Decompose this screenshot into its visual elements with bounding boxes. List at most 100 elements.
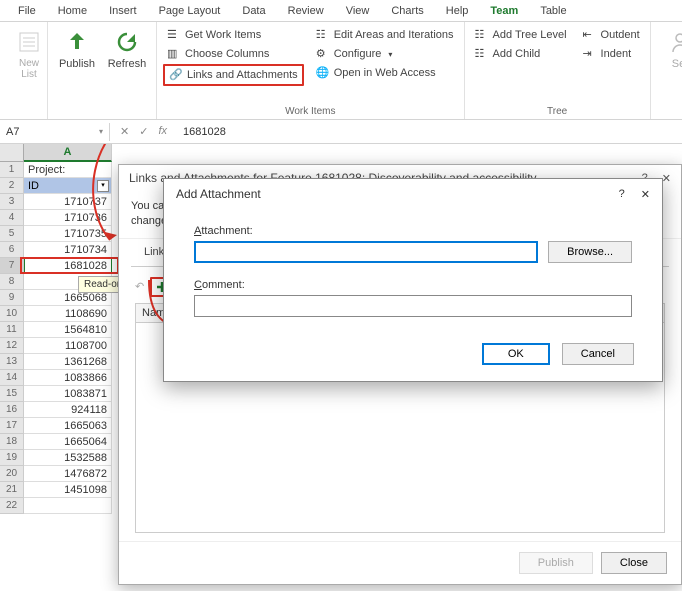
menu-view[interactable]: View (336, 2, 380, 20)
menu-file[interactable]: File (8, 2, 46, 20)
row-header[interactable]: 18 (0, 434, 24, 450)
refresh-icon (113, 28, 141, 56)
select-icon (666, 28, 682, 56)
close-icon[interactable]: ✕ (662, 172, 671, 185)
configure-button[interactable]: ⚙Configure▾ (312, 45, 458, 63)
row-header[interactable]: 21 (0, 482, 24, 498)
edit-areas-button[interactable]: ☷Edit Areas and Iterations (312, 26, 458, 44)
row-header[interactable]: 3 (0, 194, 24, 210)
data-cell[interactable]: 1361268 (24, 354, 112, 370)
attachment-input[interactable] (194, 241, 538, 263)
row-header[interactable]: 14 (0, 370, 24, 386)
attachment-label: Attachment: (194, 225, 632, 237)
indent-button[interactable]: ⇥Indent (579, 45, 644, 63)
publish-button[interactable]: Publish (54, 26, 100, 72)
row-header[interactable]: 13 (0, 354, 24, 370)
project-header-cell[interactable]: Project: Technica (24, 162, 112, 178)
cancel-formula-icon[interactable]: ✕ (120, 125, 129, 138)
menu-review[interactable]: Review (278, 2, 334, 20)
row-header[interactable]: 19 (0, 450, 24, 466)
menu-insert[interactable]: Insert (99, 2, 147, 20)
row-header[interactable]: 17 (0, 418, 24, 434)
accept-formula-icon[interactable]: ✓ (139, 125, 148, 138)
menu-team[interactable]: Team (480, 2, 528, 20)
row-header[interactable]: 15 (0, 386, 24, 402)
data-cell[interactable]: 1083871 (24, 386, 112, 402)
menu-bar: File Home Insert Page Layout Data Review… (0, 0, 682, 22)
data-cell[interactable]: 1083866 (24, 370, 112, 386)
choose-columns-button[interactable]: ▥Choose Columns (163, 45, 304, 63)
help-icon[interactable]: ? (619, 188, 625, 201)
data-cell[interactable]: 1665064 (24, 434, 112, 450)
cancel-button[interactable]: Cancel (562, 343, 634, 365)
data-cell[interactable]: 1108700 (24, 338, 112, 354)
close-icon[interactable]: ✕ (641, 188, 650, 201)
row-header[interactable]: 1 (0, 162, 24, 178)
column-header-a[interactable]: A (24, 144, 112, 162)
comment-input[interactable] (194, 295, 632, 317)
undo-icon: ↶ (135, 280, 144, 293)
row-header[interactable]: 10 (0, 306, 24, 322)
publish-icon (63, 28, 91, 56)
data-cell[interactable]: 1681028 (24, 258, 112, 274)
browse-button[interactable]: Browse... (548, 241, 632, 263)
ribbon: New List Publish Refresh ☰Get Work Items… (0, 22, 682, 120)
open-web-access-button[interactable]: 🌐Open in Web Access (312, 64, 458, 82)
add-tree-level-button[interactable]: ☷Add Tree Level (471, 26, 571, 44)
add-child-button[interactable]: ☷Add Child (471, 45, 571, 63)
formula-value[interactable]: 1681028 (177, 123, 682, 141)
outdent-icon: ⇤ (583, 28, 597, 42)
row-header[interactable]: 8 (0, 274, 24, 290)
row-header[interactable]: 9 (0, 290, 24, 306)
row-header[interactable]: 5 (0, 226, 24, 242)
fx-icon[interactable]: fx (158, 125, 167, 138)
row-header[interactable]: 4 (0, 210, 24, 226)
gear-icon: ⚙ (316, 47, 330, 61)
menu-pagelayout[interactable]: Page Layout (149, 2, 231, 20)
id-header-cell[interactable]: ID▾ (24, 178, 112, 194)
edit-icon: ☷ (316, 28, 330, 42)
data-cell[interactable]: 1710735 (24, 226, 112, 242)
work-items-group-label: Work Items (163, 104, 458, 117)
menu-help[interactable]: Help (436, 2, 479, 20)
data-cell[interactable]: 1451098 (24, 482, 112, 498)
list-icon: ☰ (167, 28, 181, 42)
data-cell[interactable]: 1564810 (24, 322, 112, 338)
data-cell[interactable]: 1710734 (24, 242, 112, 258)
child-icon: ☷ (475, 47, 489, 61)
links-attachments-button[interactable]: 🔗Links and Attachments (163, 64, 304, 86)
outdent-button[interactable]: ⇤Outdent (579, 26, 644, 44)
data-cell[interactable]: 1710737 (24, 194, 112, 210)
data-cell[interactable]: 1710736 (24, 210, 112, 226)
row-header[interactable]: 6 (0, 242, 24, 258)
chevron-down-icon[interactable]: ▾ (99, 127, 103, 136)
row-header[interactable]: 2 (0, 178, 24, 194)
menu-table[interactable]: Table (530, 2, 576, 20)
columns-icon: ▥ (167, 47, 181, 61)
row-header[interactable]: 20 (0, 466, 24, 482)
refresh-button[interactable]: Refresh (104, 26, 150, 72)
ok-button[interactable]: OK (482, 343, 550, 365)
row-header[interactable]: 7 (0, 258, 24, 274)
menu-data[interactable]: Data (232, 2, 275, 20)
row-header[interactable]: 22 (0, 498, 24, 514)
formula-bar: A7▾ ✕ ✓ fx 1681028 (0, 120, 682, 144)
row-header[interactable]: 16 (0, 402, 24, 418)
row-header[interactable]: 11 (0, 322, 24, 338)
add-attachment-dialog: Add Attachment ?✕ Attachment: Browse... … (163, 178, 663, 382)
menu-charts[interactable]: Charts (381, 2, 433, 20)
close-dialog-button[interactable]: Close (601, 552, 667, 574)
row-header[interactable]: 12 (0, 338, 24, 354)
cell-reference-box[interactable]: A7▾ (0, 123, 110, 141)
new-list-button: New List (6, 26, 52, 82)
select-all-corner[interactable] (0, 144, 24, 162)
data-cell[interactable]: 1108690 (24, 306, 112, 322)
data-cell[interactable]: 924118 (24, 402, 112, 418)
data-cell[interactable]: 1665063 (24, 418, 112, 434)
add-attachment-title: Add Attachment (176, 187, 261, 201)
filter-dropdown-icon[interactable]: ▾ (97, 180, 109, 192)
data-cell[interactable]: 1532588 (24, 450, 112, 466)
menu-home[interactable]: Home (48, 2, 97, 20)
data-cell[interactable]: 1476872 (24, 466, 112, 482)
tree-icon: ☷ (475, 28, 489, 42)
